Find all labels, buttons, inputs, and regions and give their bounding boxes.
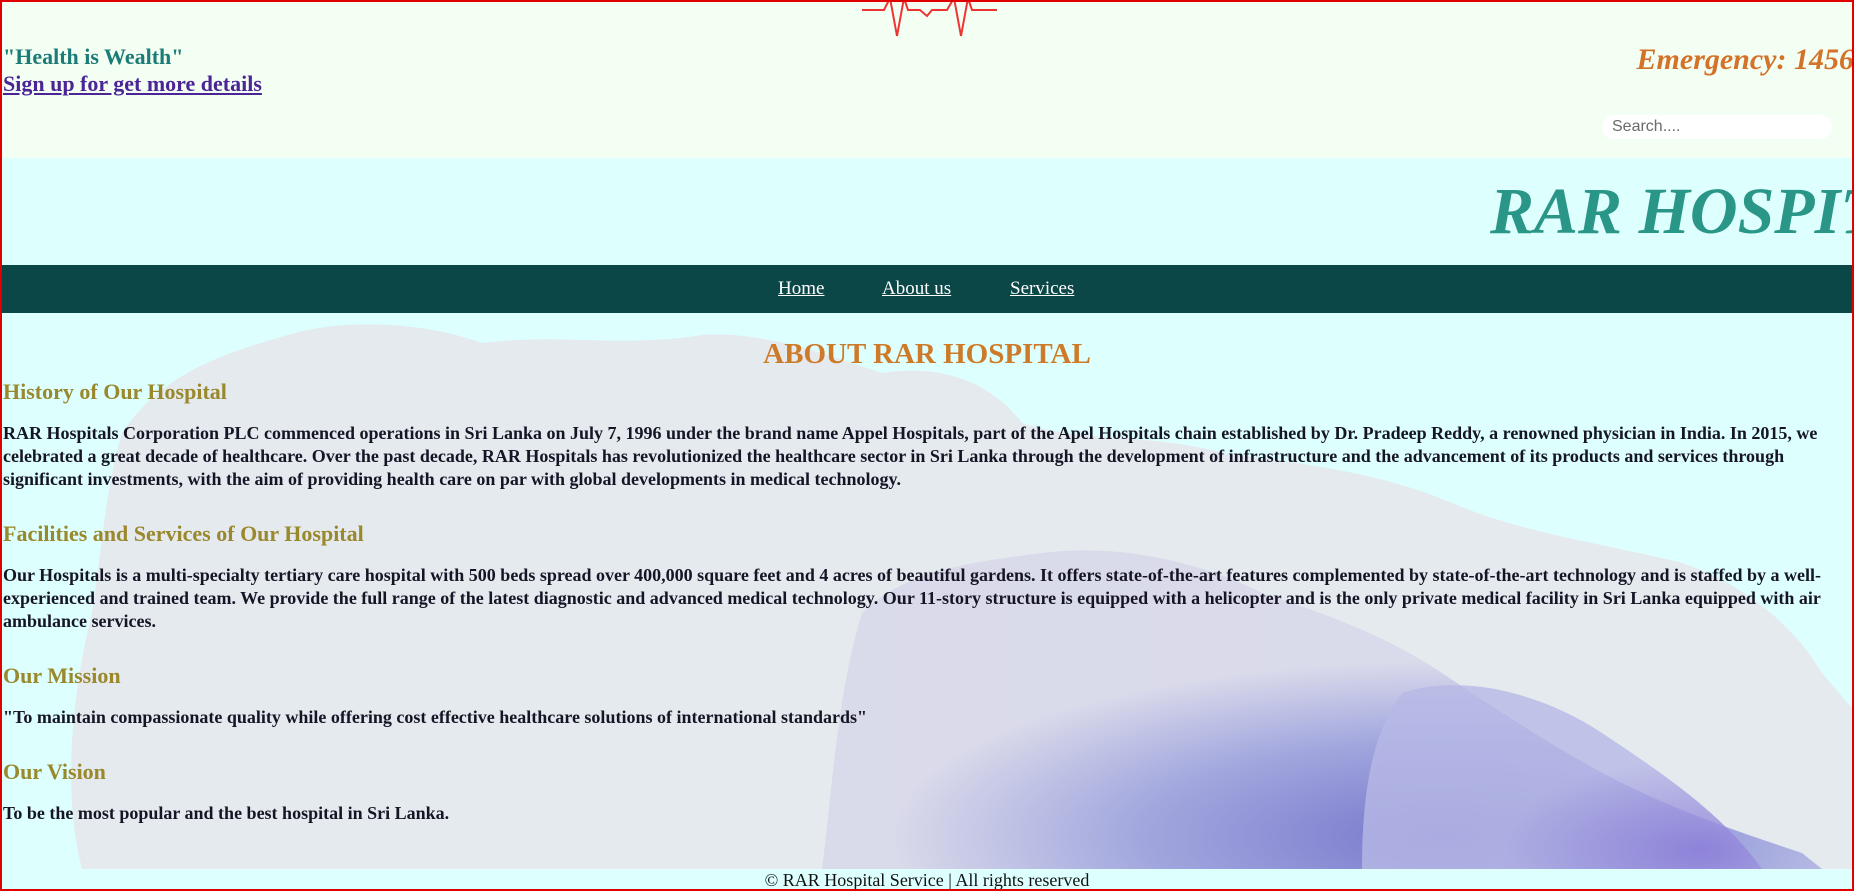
hospital-brand-title: RAR HOSPITAL [1490,175,1852,248]
footer-copyright: © RAR Hospital Service | All rights rese… [2,869,1852,889]
nav-home-link[interactable]: Home [778,278,824,300]
vision-text: To be the most popular and the best hosp… [3,803,450,823]
heartbeat-line-icon [862,2,997,37]
page-title: ABOUT RAR HOSPITAL [763,338,1091,370]
mission-heading: Our Mission [3,663,121,688]
facilities-text: Our Hospitals is a multi-specialty terti… [3,565,1821,631]
facilities-heading: Facilities and Services of Our Hospital [3,521,364,546]
slogan-text: "Health is Wealth" [3,44,184,69]
search-input[interactable] [1602,115,1832,139]
mission-text: "To maintain compassionate quality while… [3,707,867,727]
history-heading: History of Our Hospital [3,379,227,404]
about-content: ABOUT RAR HOSPITAL History of Our Hospit… [2,313,1852,869]
main-nav: Home About us Services [2,265,1852,313]
signup-link[interactable]: Sign up for get more details [3,71,262,97]
browser-page: "Health is Wealth" Sign up for get more … [0,0,1854,891]
nav-about-link[interactable]: About us [882,278,951,300]
vision-heading: Our Vision [3,759,106,784]
top-bar: "Health is Wealth" Sign up for get more … [2,2,1852,158]
nav-services-link[interactable]: Services [1010,278,1074,300]
history-text: RAR Hospitals Corporation PLC commenced … [3,423,1818,489]
emergency-number: Emergency: 1456 [1636,43,1854,76]
